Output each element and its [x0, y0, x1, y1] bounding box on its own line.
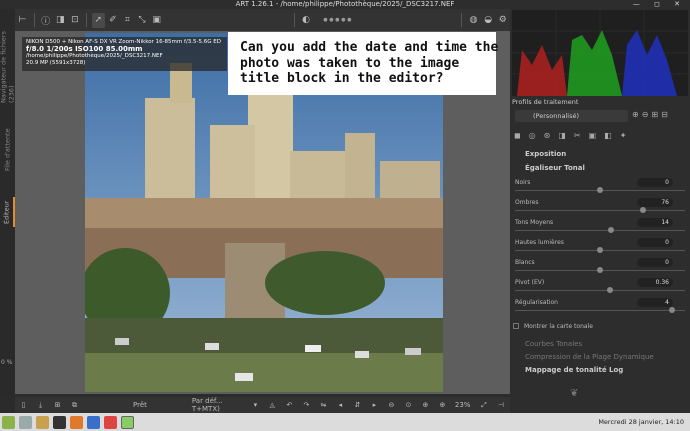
slider-knob[interactable]: [639, 207, 646, 213]
window-controls[interactable]: — ◻ ✕: [633, 0, 686, 9]
window-titlebar: ART 1.26.1 - /home/philippe/Photothèque/…: [0, 0, 690, 9]
system-clock: Mercredi 28 janvier, 14:10: [598, 418, 684, 426]
section-log-tonemap[interactable]: Mappage de tonalité Log: [525, 366, 623, 374]
slider-label: Blancs: [515, 259, 535, 266]
status-text: Prêt: [133, 401, 147, 409]
gamut-icon[interactable]: ◬: [265, 398, 280, 413]
slider-knob[interactable]: [597, 247, 603, 253]
slider-knob[interactable]: [597, 267, 603, 273]
fullscreen-icon[interactable]: ⤢: [476, 398, 491, 413]
slider-track[interactable]: [515, 287, 685, 293]
prev-image-icon[interactable]: ◂: [333, 398, 348, 413]
hand-tool-icon[interactable]: ➚: [92, 12, 105, 28]
folder-icon[interactable]: [36, 415, 49, 429]
slider-label: Régularisation: [515, 299, 558, 306]
tab-queue[interactable]: File d'attente: [0, 127, 15, 172]
slider-value[interactable]: 76: [637, 198, 673, 207]
zoom-out-icon[interactable]: ⊖: [384, 398, 399, 413]
slider-track[interactable]: [515, 207, 685, 213]
straighten-icon[interactable]: ⤡: [136, 13, 149, 28]
files-icon[interactable]: [19, 415, 32, 429]
zoom-fit-icon[interactable]: ⊕: [418, 398, 433, 413]
profile-select[interactable]: (Personnalisé): [515, 110, 628, 122]
slider-track[interactable]: [515, 187, 685, 193]
zoom-100-icon[interactable]: ⊙: [401, 398, 416, 413]
left-percent: 0 %: [1, 359, 13, 366]
zoom-in-icon[interactable]: ⊕: [435, 398, 450, 413]
profiles-label: Profils de traitement: [512, 98, 579, 106]
left-panel-toggle-icon[interactable]: ▯: [16, 398, 31, 413]
before-after-icon[interactable]: ◨: [54, 13, 67, 28]
profile-icon[interactable]: ◍: [467, 13, 480, 28]
slider-label: Ombres: [515, 199, 539, 206]
slider-knob[interactable]: [606, 287, 613, 293]
tab-file-browser[interactable]: Navigateur de fichiers (236): [0, 23, 16, 103]
sync-icon[interactable]: ⇵: [350, 398, 365, 413]
question-text: Can you add the date and time the photo …: [240, 40, 499, 86]
tab-editor[interactable]: Éditeur: [0, 197, 15, 227]
spot-icon[interactable]: ▣: [150, 13, 163, 28]
info-icon[interactable]: ⓘ: [39, 13, 52, 28]
slider-value[interactable]: 0: [637, 178, 673, 187]
flip-icon[interactable]: ⇋: [316, 398, 331, 413]
rotate-left-icon[interactable]: ↶: [282, 398, 297, 413]
slider-label: Noirs: [515, 179, 531, 186]
profile-actions-icon[interactable]: ⊕⊖⊞⊟: [632, 110, 671, 119]
photo-app-icon[interactable]: [104, 415, 117, 429]
slider-label: Hautes lumières: [515, 239, 564, 246]
settings-icon[interactable]: ⚙: [496, 13, 509, 28]
whitebalance-picker-icon[interactable]: ✐: [107, 13, 120, 28]
mail-icon[interactable]: [87, 415, 100, 429]
left-tab-strip: Navigateur de fichiers (236) File d'atte…: [0, 9, 16, 397]
slider-track[interactable]: [515, 267, 685, 273]
system-taskbar: Mercredi 28 janvier, 14:10: [0, 413, 690, 431]
slider-track[interactable]: [515, 227, 685, 233]
slider-value[interactable]: 0: [637, 238, 673, 247]
right-panel-toggle-icon[interactable]: ⊣: [493, 398, 508, 413]
browser-icon[interactable]: [70, 415, 83, 429]
megapixel-line: 20.9 MP (5591x3728): [26, 60, 86, 66]
history-icon[interactable]: ⊢: [16, 13, 29, 28]
crop-icon[interactable]: ⌗: [121, 13, 134, 28]
slider-value[interactable]: 4: [637, 298, 673, 307]
slider-value[interactable]: 0: [637, 258, 673, 267]
editor-toolbar: ⊢ ⓘ ◨ ⊡ ➚ ✐ ⌗ ⤡ ▣ ◐ ● ● ● ● ● ◍ ◒ ⚙: [15, 9, 510, 31]
slider-track[interactable]: [515, 247, 685, 253]
section-tonal-equalizer[interactable]: Égaliseur Tonal: [525, 164, 585, 172]
section-curves[interactable]: Courbes Tonales: [525, 340, 582, 348]
tool-tabs-icon[interactable]: ◼◎⊛◨✂▣◧✦: [514, 131, 684, 143]
ornament-icon: ❦: [570, 388, 579, 399]
terminal-icon[interactable]: [53, 415, 66, 429]
exposure-line: f/8.0 1/200s ISO100 85.00mm: [26, 45, 143, 53]
slider-value[interactable]: 0.36: [637, 278, 673, 287]
histogram: [512, 10, 688, 96]
section-exposure[interactable]: Exposition: [525, 150, 566, 158]
menu-icon[interactable]: [2, 415, 15, 429]
slider-track[interactable]: [515, 307, 685, 313]
output-profile-select[interactable]: Par déf... T+MTX): [192, 397, 247, 413]
slider-label: Tons Moyens: [515, 219, 554, 226]
zoom-value: 23%: [454, 401, 471, 409]
slider-knob[interactable]: [597, 187, 603, 193]
section-dr-compression[interactable]: Compression de la Plage Dynamique: [525, 353, 654, 361]
clip-icon[interactable]: ◒: [482, 13, 495, 28]
show-map-checkbox[interactable]: [513, 323, 519, 329]
window-title: ART 1.26.1 - /home/philippe/Photothèque/…: [235, 0, 455, 8]
next-image-icon[interactable]: ▸: [367, 398, 382, 413]
queue-icon[interactable]: ⊞: [50, 398, 65, 413]
softproof-icon[interactable]: ▾: [248, 398, 263, 413]
preview-mode-icon[interactable]: ◐: [300, 13, 313, 28]
snapshot-icon[interactable]: ⊡: [69, 13, 82, 28]
file-path-line: /home/philippe/Photothèque/2025/_DSC3217…: [26, 53, 163, 59]
edit-external-icon[interactable]: ⧉: [67, 398, 82, 413]
art-app-icon[interactable]: [121, 415, 134, 429]
editor-bottom-bar: ▯ ⤓ ⊞ ⧉ Prêt Par déf... T+MTX) ▾ ◬ ↶ ↷ ⇋…: [15, 397, 510, 413]
save-icon[interactable]: ⤓: [33, 398, 48, 413]
slider-value[interactable]: 14: [637, 218, 673, 227]
slider-label: Pivot (EV): [515, 279, 545, 286]
color-dots[interactable]: ● ● ● ● ●: [314, 13, 360, 28]
image-info-overlay: NIKON D500 + Nikon AF-S DX VR Zoom-Nikko…: [22, 37, 227, 71]
show-map-label: Montrer la carte tonale: [524, 323, 593, 330]
rotate-right-icon[interactable]: ↷: [299, 398, 314, 413]
